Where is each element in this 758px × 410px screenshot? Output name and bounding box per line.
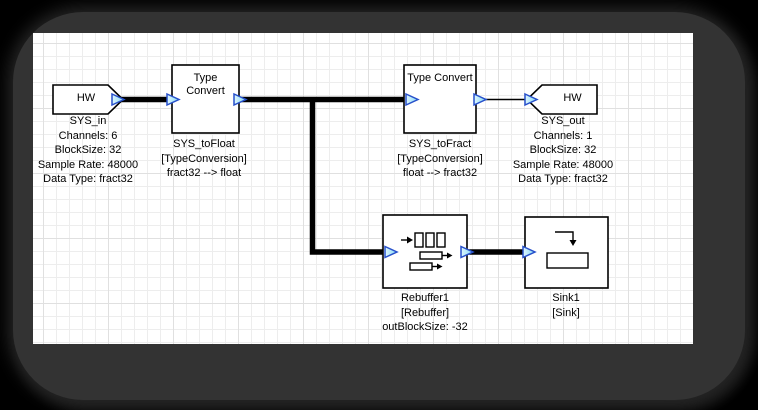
- sys-out-channels: Channels: 1: [478, 129, 648, 144]
- sink1-type: [Sink]: [481, 306, 651, 321]
- block-sink1[interactable]: [525, 217, 608, 288]
- sys-in-title: HW: [57, 92, 115, 105]
- schematic-canvas[interactable]: HW Type Convert Type Convert HW SYS_in C…: [33, 33, 693, 344]
- sys-out-title: HW: [545, 92, 600, 105]
- sys-tofloat-name: SYS_toFloat: [119, 137, 289, 152]
- sys-tofloat-conversion: fract32 --> float: [119, 166, 289, 181]
- label-stack-sink1: Sink1 [Sink]: [481, 291, 651, 320]
- label-stack-sys-tofloat: SYS_toFloat [TypeConversion] fract32 -->…: [119, 137, 289, 181]
- sys-tofloat-title: Type Convert: [175, 72, 236, 98]
- sys-tofloat-type: [TypeConversion]: [119, 152, 289, 167]
- rebuffer1-param: outBlockSize: -32: [340, 320, 510, 335]
- port-out-sys-tofract[interactable]: [474, 94, 486, 105]
- sys-out-datatype: Data Type: fract32: [478, 172, 648, 187]
- sys-out-name: SYS_out: [478, 114, 648, 129]
- label-stack-sys-out: SYS_out Channels: 1 BlockSize: 32 Sample…: [478, 114, 648, 187]
- screenshot-root: HW Type Convert Type Convert HW SYS_in C…: [0, 0, 758, 410]
- sink1-name: Sink1: [481, 291, 651, 306]
- sys-out-samplerate: Sample Rate: 48000: [478, 158, 648, 173]
- sys-out-blocksize: BlockSize: 32: [478, 143, 648, 158]
- sys-tofract-title: Type Convert: [407, 72, 473, 85]
- sys-in-name: SYS_in: [33, 114, 173, 129]
